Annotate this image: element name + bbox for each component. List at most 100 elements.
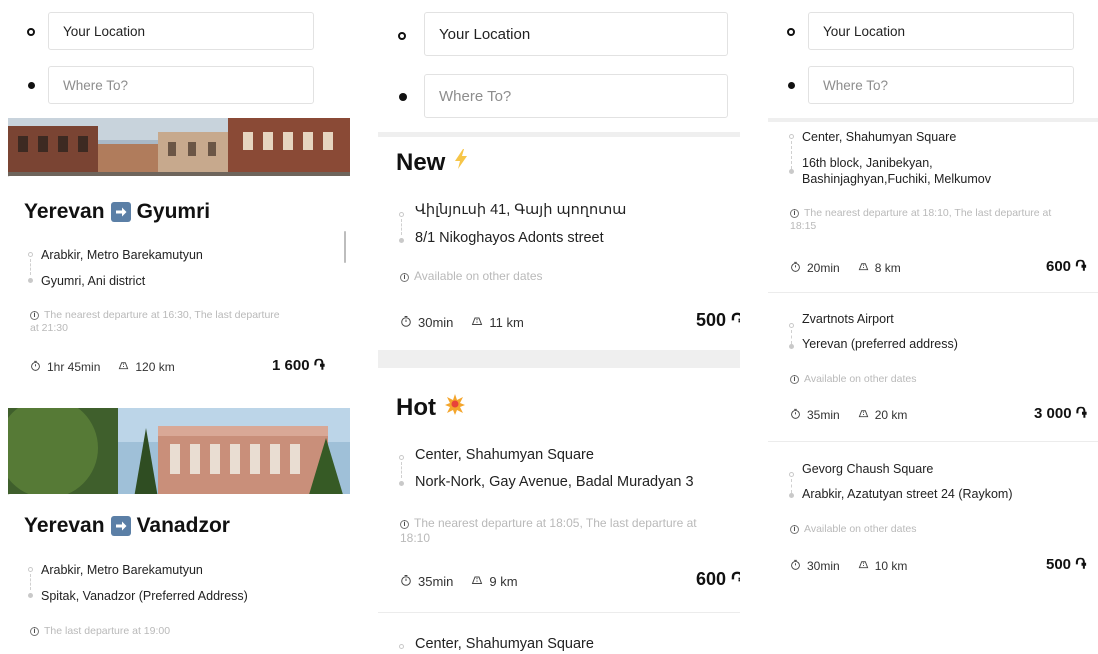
- departure-note: i The nearest departure at 16:30, The las…: [30, 309, 280, 334]
- section-separator: [378, 132, 740, 137]
- trip-duration: 35min: [807, 408, 840, 422]
- screen-new-hot: Your Location Where To? New Վիլնյուսի 41…: [378, 0, 740, 654]
- your-location-input[interactable]: Your Location: [424, 12, 728, 56]
- route-to-city: Vanadzor: [136, 514, 230, 537]
- departure-note: i Available on other dates: [790, 373, 916, 386]
- pickup-dot-icon: [399, 212, 404, 217]
- road-icon: [471, 315, 483, 330]
- dropoff-dot-icon: [28, 278, 33, 283]
- dropoff-dot-icon: [399, 238, 404, 243]
- pickup-stop: Zvartnots Airport: [802, 312, 894, 326]
- route-from-city: Yerevan: [24, 514, 105, 537]
- origin-dot-icon: [787, 28, 795, 36]
- pickup-stop: Վիլնյուսի 41, Գայի պողոտա: [415, 202, 627, 218]
- card-divider: [378, 612, 740, 613]
- departure-note: i The nearest departure at 18:05, The las…: [400, 516, 697, 545]
- info-icon: i: [400, 273, 409, 282]
- route-title-gyumri[interactable]: Yerevan Gyumri: [24, 200, 210, 224]
- destination-dot-icon: [788, 82, 795, 89]
- route-connector: [791, 330, 792, 344]
- departure-note: i The nearest departure at 18:10, The las…: [790, 207, 1052, 232]
- info-icon: i: [790, 525, 799, 534]
- pickup-stop: Arabkir, Metro Barekamutyun: [41, 248, 203, 262]
- your-location-value: Your Location: [63, 23, 146, 39]
- pickup-dot-icon: [789, 323, 794, 328]
- trip-price: 500 ֏: [1046, 556, 1087, 573]
- section-separator: [378, 350, 740, 368]
- origin-dot-icon: [27, 28, 35, 36]
- info-icon: i: [790, 209, 799, 218]
- scrollbar[interactable]: [344, 231, 346, 263]
- gyumri-street-photo: [8, 118, 350, 182]
- route-connector: [401, 219, 402, 235]
- your-location-input[interactable]: Your Location: [808, 12, 1074, 50]
- dropoff-stop: 16th block, Janibekyan, Bashinjaghyan,Fu…: [802, 156, 991, 186]
- screen-routes-list: Your Location Where To? Yerevan Gyumri A…: [0, 0, 360, 654]
- pickup-dot-icon: [789, 134, 794, 139]
- trip-price: 500 ֏: [696, 310, 740, 330]
- your-location-value: Your Location: [439, 25, 531, 43]
- where-to-placeholder: Where To?: [823, 77, 889, 93]
- stopwatch-icon: [400, 315, 412, 330]
- trip-duration: 20min: [807, 261, 840, 275]
- road-icon: [858, 559, 869, 573]
- route-connector: [30, 574, 31, 590]
- departure-note: i Available on other dates: [400, 270, 543, 283]
- pickup-dot-icon: [28, 567, 33, 572]
- stopwatch-icon: [400, 574, 412, 589]
- your-location-input[interactable]: Your Location: [48, 12, 314, 50]
- pickup-stop: Center, Shahumyan Square: [415, 447, 594, 463]
- info-icon: i: [790, 375, 799, 384]
- pickup-stop: Gevorg Chaush Square: [802, 462, 934, 476]
- route-title-vanadzor[interactable]: Yerevan Vanadzor: [24, 514, 230, 538]
- where-to-input[interactable]: Where To?: [808, 66, 1074, 104]
- departure-note: i The last departure at 19:00: [30, 625, 290, 638]
- explosion-icon: [444, 393, 466, 422]
- trip-distance: 20 km: [874, 408, 908, 422]
- pickup-dot-icon: [399, 455, 404, 460]
- route-connector: [791, 141, 792, 169]
- trip-distance: 120 km: [135, 360, 175, 374]
- pickup-stop: Center, Shahumyan Square: [802, 130, 957, 144]
- trip-meta: 35min 9 km: [400, 574, 518, 589]
- destination-dot-icon: [399, 93, 407, 101]
- stopwatch-icon: [790, 261, 801, 275]
- trip-meta: 35min 20 km: [790, 408, 907, 422]
- dropoff-dot-icon: [28, 593, 33, 598]
- dropoff-stop: Nork-Nork, Gay Avenue, Badal Muradyan 3: [415, 474, 694, 490]
- trip-price: 600 ֏: [1046, 258, 1087, 275]
- where-to-input[interactable]: Where To?: [48, 66, 314, 104]
- route-to-city: Gyumri: [136, 200, 211, 223]
- info-icon: i: [400, 520, 409, 529]
- screen-routes-list-scrolled: Your Location Where To? Center, Shahumya…: [768, 0, 1098, 654]
- stopwatch-icon: [790, 408, 801, 422]
- section-title-new: New: [396, 148, 469, 177]
- trip-duration: 30min: [418, 315, 454, 330]
- dropoff-dot-icon: [789, 493, 794, 498]
- stopwatch-icon: [30, 360, 41, 374]
- arrow-right-icon: [110, 516, 131, 536]
- destination-dot-icon: [28, 82, 35, 89]
- trip-price: 3 000 ֏: [1034, 405, 1087, 422]
- pickup-stop: Arabkir, Metro Barekamutyun: [41, 563, 203, 577]
- where-to-input[interactable]: Where To?: [424, 74, 728, 118]
- your-location-value: Your Location: [823, 23, 906, 39]
- card-divider: [768, 441, 1098, 442]
- info-icon: i: [30, 627, 39, 636]
- dropoff-stop: Gyumri, Ani district: [41, 274, 146, 288]
- origin-dot-icon: [398, 32, 406, 40]
- section-title-hot: Hot: [396, 393, 466, 422]
- trip-price: 600 ֏: [696, 569, 740, 589]
- section-new-label: New: [396, 148, 446, 176]
- trip-duration: 1hr 45min: [47, 360, 101, 374]
- arrow-right-icon: [110, 202, 131, 222]
- road-icon: [858, 261, 869, 275]
- pickup-dot-icon: [789, 472, 794, 477]
- dropoff-stop: Arabkir, Azatutyan street 24 (Raykom): [802, 487, 1013, 501]
- dropoff-stop: 8/1 Nikoghayos Adonts street: [415, 230, 604, 246]
- trip-meta: 30min 10 km: [790, 559, 907, 573]
- trip-meta: 20min 8 km: [790, 261, 901, 275]
- dropoff-dot-icon: [399, 481, 404, 486]
- where-to-placeholder: Where To?: [63, 77, 129, 93]
- lightning-icon: [453, 148, 469, 177]
